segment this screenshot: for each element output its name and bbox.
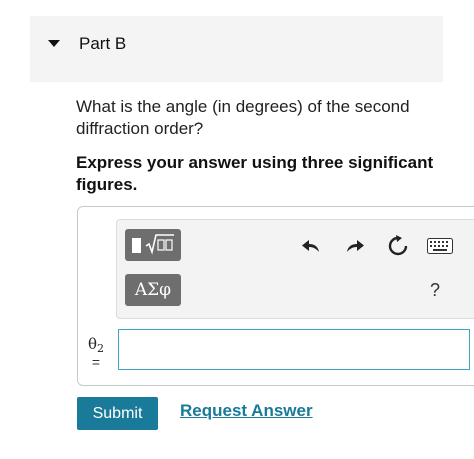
reset-icon[interactable] bbox=[386, 234, 410, 258]
template-icon bbox=[132, 238, 141, 253]
radical-icon bbox=[145, 234, 174, 255]
greek-symbols-button[interactable]: ΑΣφ bbox=[125, 274, 181, 306]
part-title: Part B bbox=[79, 34, 127, 53]
help-button[interactable]: ? bbox=[430, 280, 440, 301]
question-text: What is the angle (in degrees) of the se… bbox=[76, 97, 410, 138]
keyboard-icon[interactable] bbox=[427, 238, 453, 254]
submit-button[interactable]: Submit bbox=[77, 397, 158, 430]
request-answer-link[interactable]: Request Answer bbox=[180, 401, 313, 421]
collapse-caret-icon[interactable] bbox=[48, 40, 60, 47]
variable-label: θ2 bbox=[87, 335, 105, 355]
variable-symbol: θ bbox=[87, 335, 98, 353]
answer-input[interactable] bbox=[118, 329, 470, 370]
equals-sign: = bbox=[91, 354, 101, 370]
undo-icon[interactable] bbox=[299, 234, 323, 258]
template-button[interactable] bbox=[125, 229, 181, 261]
redo-icon[interactable] bbox=[343, 234, 367, 258]
instruction-text: Express your answer using three signific… bbox=[76, 153, 434, 194]
